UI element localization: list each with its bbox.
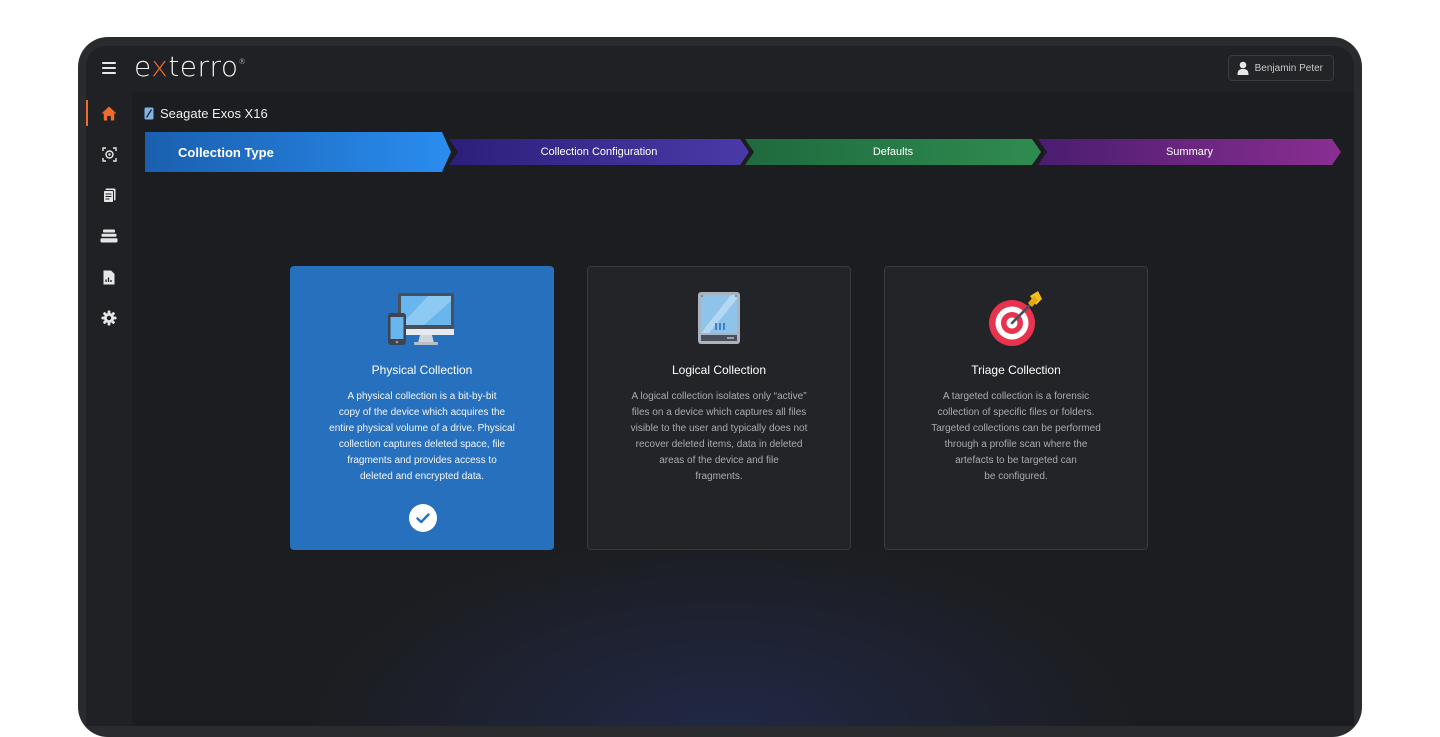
card-title: Logical Collection (671, 363, 767, 377)
hard-drive-icon (698, 292, 740, 344)
stack-icon (100, 229, 118, 243)
step-defaults[interactable]: Defaults (745, 139, 1041, 165)
physical-collection-card[interactable]: Physical Collection A physical collectio… (290, 266, 554, 550)
hamburger-menu-icon[interactable] (102, 62, 116, 74)
device-header: Seagate Exos X16 (144, 106, 268, 121)
user-icon (1237, 61, 1249, 75)
sidebar-item-collections[interactable] (86, 139, 132, 169)
step-label: Defaults (872, 146, 914, 158)
gear-icon (101, 310, 117, 326)
card-title: Triage Collection (971, 363, 1061, 377)
sidebar-item-storage[interactable] (86, 221, 132, 251)
document-icon (102, 188, 115, 203)
target-scan-icon (101, 146, 117, 162)
step-collection-type[interactable]: Collection Type (145, 132, 451, 172)
sidebar-item-home[interactable] (86, 98, 132, 128)
step-label: Collection Configuration (540, 146, 658, 158)
exterro-logo: exterro® (134, 50, 247, 83)
user-menu-button[interactable]: Benjamin Peter (1227, 55, 1334, 81)
app-window: exterro® Benjamin Peter Seagate Exos X16… (86, 46, 1354, 726)
card-description: A physical collection is a bit-by-bit co… (329, 391, 515, 482)
sidebar-item-settings[interactable] (86, 303, 132, 333)
selected-check-icon (409, 504, 437, 532)
wizard-steps: Collection Type Collection Configuration… (145, 130, 1345, 172)
step-summary[interactable]: Summary (1038, 139, 1341, 165)
sidebar-item-reports[interactable] (86, 262, 132, 292)
card-title: Physical Collection (371, 363, 473, 377)
top-bar: exterro® Benjamin Peter (86, 46, 1354, 92)
home-icon (101, 106, 117, 120)
step-label: Summary (1165, 146, 1214, 158)
card-description: A logical collection isolates only “acti… (630, 391, 808, 482)
card-icon-wrap (291, 291, 553, 349)
device-title: Seagate Exos X16 (160, 106, 268, 121)
triage-collection-card[interactable]: Triage Collection A targeted collection … (884, 266, 1148, 550)
sidebar-item-documents[interactable] (86, 180, 132, 210)
card-icon-wrap (885, 291, 1147, 349)
target-icon (989, 291, 1042, 346)
step-label: Collection Type (178, 144, 274, 160)
sidebar (86, 92, 132, 726)
main-content: Seagate Exos X16 Collection Type Collect… (132, 92, 1354, 726)
report-icon (103, 270, 115, 284)
card-description: A targeted collection is a forensic coll… (931, 391, 1101, 482)
computer-devices-icon (388, 293, 454, 345)
step-collection-configuration[interactable]: Collection Configuration (449, 139, 749, 165)
logical-collection-card[interactable]: Logical Collection A logical collection … (587, 266, 851, 550)
card-icon-wrap (588, 291, 850, 349)
user-name: Benjamin Peter (1254, 62, 1323, 74)
drive-icon (144, 107, 154, 120)
